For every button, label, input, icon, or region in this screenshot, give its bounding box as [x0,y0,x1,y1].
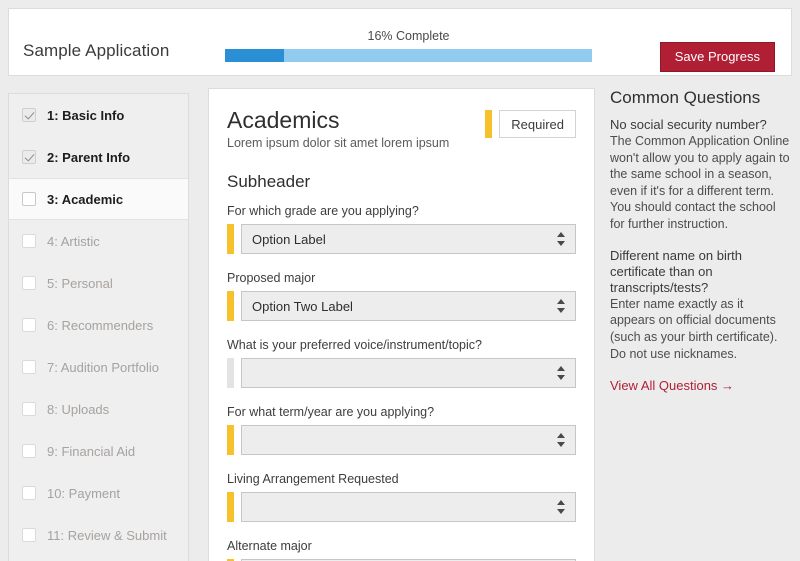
sidebar-item-0[interactable]: 1: Basic Info [9,94,188,136]
select-value: Option Two Label [252,298,353,314]
progress-label: 16% Complete [367,29,450,43]
faq-item: Different name on birth certificate than… [610,248,792,362]
required-accent-bar [227,224,234,255]
sidebar-item-label: 7: Audition Portfolio [47,359,160,375]
progress-bar-fill [225,49,284,62]
section-subheader: Subheader [227,172,311,192]
step-navigation-sidebar: 1: Basic Info 2: Parent Info 3: Academic 4:… [8,93,189,561]
sidebar-item-6[interactable]: 7: Audition Portfolio [9,346,188,388]
sidebar-item-label: 9: Financial Aid [47,443,136,459]
required-accent-bar [227,425,234,456]
required-accent-bar [227,291,234,322]
sidebar-item-4[interactable]: 5: Personal [9,262,188,304]
form-field-1: Proposed major Option Two Label [227,271,576,322]
form-field-4: Living Arrangement Requested [227,472,576,523]
checkbox-empty-icon[interactable] [22,318,36,332]
select-updown-arrows-icon[interactable] [557,432,566,448]
field-control-row: Option Label [227,224,576,255]
faq-answer: Enter name exactly as it appears on offi… [610,296,778,361]
select-dropdown[interactable] [241,358,576,389]
required-accent-bar [227,492,234,523]
checkbox-checked-icon[interactable] [22,150,36,164]
sidebar-item-label: 10: Payment [47,485,120,501]
select-updown-arrows-icon[interactable] [557,499,566,515]
sidebar-item-label: 11: Review & Submit [47,527,167,543]
required-badge-label[interactable]: Required [499,110,576,138]
common-questions-title: Common Questions [610,88,761,107]
sidebar-item-label: 3: Academic [47,191,124,207]
app-title: Sample Application [23,41,170,60]
form-header: Academics Lorem ipsum dolor sit amet lor… [227,107,576,150]
field-label: Proposed major [227,271,316,286]
checkbox-empty-icon[interactable] [22,528,36,542]
select-value: Option Label [252,231,326,247]
sidebar-item-10[interactable]: 11: Review & Submit [9,514,188,556]
field-control-row [227,425,576,456]
checkbox-empty-icon[interactable] [22,486,36,500]
field-label: Living Arrangement Requested [227,472,399,487]
progress-bar-track [225,49,592,62]
main-form-panel: Academics Lorem ipsum dolor sit amet lor… [208,88,595,561]
sidebar-item-label: 5: Personal [47,275,113,291]
sidebar-item-label: 4: Artistic [47,233,100,249]
sidebar-item-5[interactable]: 6: Recommenders [9,304,188,346]
required-accent-bar [485,110,493,138]
checkbox-empty-icon[interactable] [22,402,36,416]
field-control-row: Option Two Label [227,291,576,322]
sidebar-item-7[interactable]: 8: Uploads [9,388,188,430]
sidebar-item-label: 1: Basic Info [47,107,125,123]
checkbox-empty-icon[interactable] [22,192,36,206]
page-subtitle: Lorem ipsum dolor sit amet lorem ipsum [227,136,450,151]
view-all-questions-link[interactable]: View All Questions → [610,378,734,393]
faq-question: No social security number? [610,117,767,132]
select-dropdown[interactable]: Option Two Label [241,291,576,322]
sidebar-item-label: 8: Uploads [47,401,110,417]
field-control-row [227,492,576,523]
select-updown-arrows-icon[interactable] [557,231,566,247]
field-label: What is your preferred voice/instrument/… [227,338,482,353]
sidebar-item-label: 6: Recommenders [47,317,154,333]
faq-item: No social security number? The Common App… [610,117,792,233]
common-questions-panel: Common Questions No social security numb… [610,88,792,395]
sidebar-item-2[interactable]: 3: Academic [9,178,188,220]
select-dropdown[interactable]: Option Label [241,224,576,255]
sidebar-item-1[interactable]: 2: Parent Info [9,136,188,178]
checkbox-empty-icon[interactable] [22,234,36,248]
form-field-3: For what term/year are you applying? [227,405,576,456]
select-updown-arrows-icon[interactable] [557,365,566,381]
select-updown-arrows-icon[interactable] [557,298,566,314]
faq-answer: The Common Application Online won't allo… [610,133,790,232]
optional-accent-bar [227,358,234,389]
faq-question: Different name on birth certificate than… [610,247,742,295]
sidebar-item-3[interactable]: 4: Artistic [9,220,188,262]
field-control-row [227,358,576,389]
header-bar: Sample Application 16% Complete Save Pro… [8,8,792,76]
field-label: For which grade are you applying? [227,204,419,219]
checkbox-checked-icon[interactable] [22,108,36,122]
form-field-2: What is your preferred voice/instrument/… [227,338,576,389]
checkbox-empty-icon[interactable] [22,276,36,290]
sidebar-item-label: 2: Parent Info [47,149,131,165]
sidebar-item-9[interactable]: 10: Payment [9,472,188,514]
select-dropdown[interactable] [241,492,576,523]
save-progress-button[interactable]: Save Progress [659,42,775,72]
required-badge[interactable]: Required [485,110,576,138]
checkbox-empty-icon[interactable] [22,444,36,458]
sidebar-item-8[interactable]: 9: Financial Aid [9,430,188,472]
form-field-0: For which grade are you applying? Option … [227,204,576,255]
form-field-5: Alternate major [227,539,576,561]
field-label: Alternate major [227,539,312,554]
field-label: For what term/year are you applying? [227,405,435,420]
select-dropdown[interactable] [241,425,576,456]
checkbox-empty-icon[interactable] [22,360,36,374]
progress-section: 16% Complete [225,29,592,62]
